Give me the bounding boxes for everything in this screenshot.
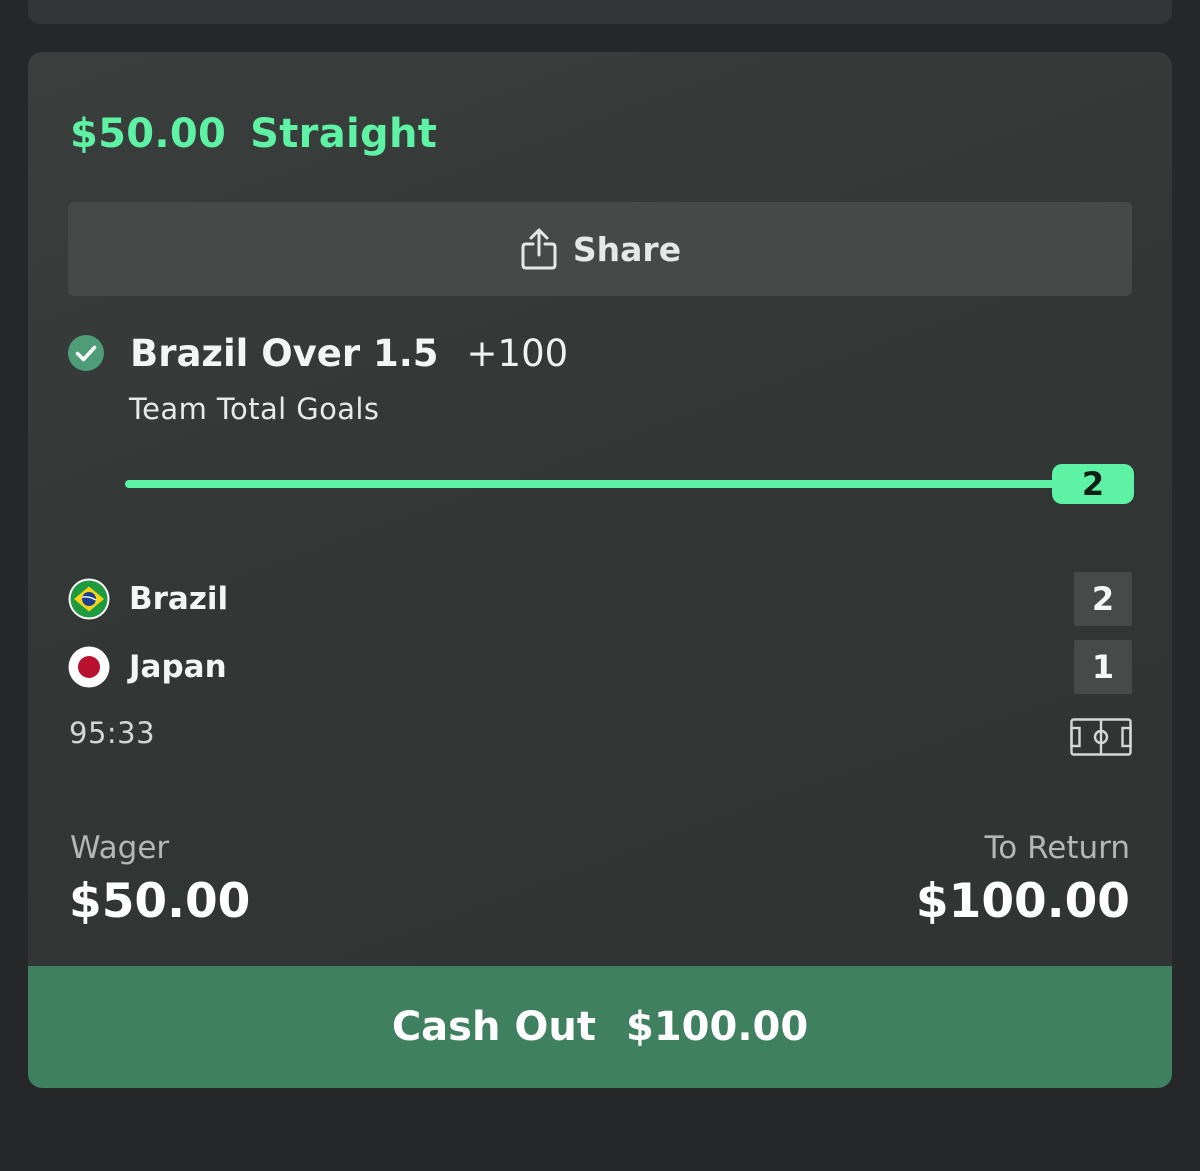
- away-team-name: Japan: [129, 649, 227, 685]
- match-clock: 95:33: [69, 716, 156, 750]
- selection-name: Brazil Over 1.5: [130, 331, 439, 375]
- to-return-label: To Return: [984, 830, 1130, 866]
- team-row-away: Japan 1: [68, 640, 1132, 694]
- share-label: Share: [572, 229, 682, 269]
- team-row-home: Brazil 2: [68, 572, 1132, 626]
- cash-out-label: Cash Out: [391, 1004, 596, 1050]
- home-team-name: Brazil: [129, 581, 229, 617]
- brazil-flag-icon: [68, 578, 110, 620]
- away-team-score: 1: [1074, 640, 1132, 694]
- selection-odds: +100: [466, 331, 569, 375]
- check-circle-icon: [68, 335, 104, 371]
- home-team-score: 2: [1074, 572, 1132, 626]
- market-name: Team Total Goals: [129, 392, 380, 426]
- bet-type: Straight: [250, 111, 438, 157]
- previous-bet-card: [28, 0, 1172, 24]
- share-icon: [519, 227, 559, 271]
- bet-card: $50.00 Straight Share Brazil Over 1.5 +1…: [28, 52, 1172, 1088]
- to-return-value: $100.00: [915, 874, 1130, 929]
- cash-out-amount: $100.00: [625, 1004, 809, 1050]
- japan-flag-icon: [68, 646, 110, 688]
- progress-fill: [125, 480, 1065, 488]
- share-button[interactable]: Share: [68, 202, 1132, 296]
- progress-track: [125, 480, 1065, 488]
- cash-out-button[interactable]: Cash Out $100.00: [28, 966, 1172, 1088]
- progress-badge: 2: [1052, 464, 1134, 504]
- soccer-field-icon[interactable]: [1070, 718, 1132, 756]
- wager-label: Wager: [70, 830, 170, 866]
- selection-row: Brazil Over 1.5 +100: [68, 328, 568, 378]
- bet-header: $50.00 Straight: [70, 104, 437, 164]
- bet-stake: $50.00: [70, 111, 227, 157]
- wager-value: $50.00: [69, 874, 251, 929]
